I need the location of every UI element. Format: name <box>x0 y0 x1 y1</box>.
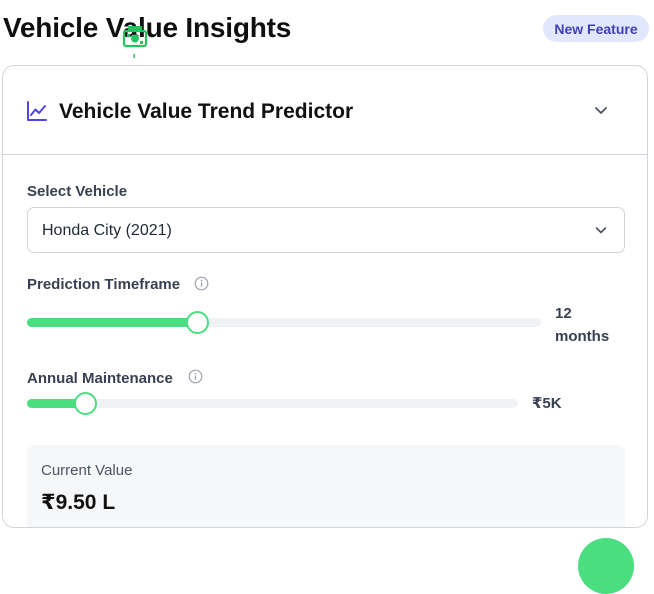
current-value-panel: Current Value ₹9.50 L <box>27 445 625 527</box>
badge-label: New Feature <box>554 20 638 37</box>
slider-thumb[interactable] <box>73 392 97 415</box>
current-value-caption: Current Value <box>41 462 133 479</box>
trend-predictor-card: Vehicle Value Trend Predictor Select Veh… <box>2 65 648 528</box>
select-vehicle-label: Select Vehicle <box>27 183 128 200</box>
slider-fill <box>27 318 197 327</box>
chevron-down-icon[interactable] <box>593 102 609 118</box>
money-icon <box>122 26 148 58</box>
trend-chart-icon <box>27 101 47 121</box>
card-title: Vehicle Value Trend Predictor <box>59 100 354 123</box>
timeframe-value-unit: months <box>555 328 610 345</box>
chevron-down-icon <box>595 227 607 234</box>
prediction-timeframe-label: Prediction Timeframe <box>27 276 181 293</box>
annual-maintenance-slider[interactable] <box>27 392 518 415</box>
vehicle-select[interactable]: Honda City (2021) <box>27 207 625 253</box>
vehicle-select-value: Honda City (2021) <box>42 222 172 239</box>
slider-thumb[interactable] <box>185 311 209 334</box>
current-value-amount: ₹9.50 L <box>41 491 116 514</box>
timeframe-value-number: 12 <box>555 305 572 322</box>
info-icon[interactable] <box>188 369 203 384</box>
annual-maintenance-label: Annual Maintenance <box>27 370 173 387</box>
new-feature-badge: New Feature <box>543 15 649 42</box>
floating-action-button[interactable] <box>578 538 634 594</box>
info-icon[interactable] <box>194 276 209 291</box>
timeframe-value: 12 months <box>555 302 609 348</box>
maintenance-value: ₹5K <box>532 395 562 412</box>
card-header[interactable]: Vehicle Value Trend Predictor <box>3 66 647 155</box>
prediction-timeframe-slider[interactable] <box>27 311 541 334</box>
